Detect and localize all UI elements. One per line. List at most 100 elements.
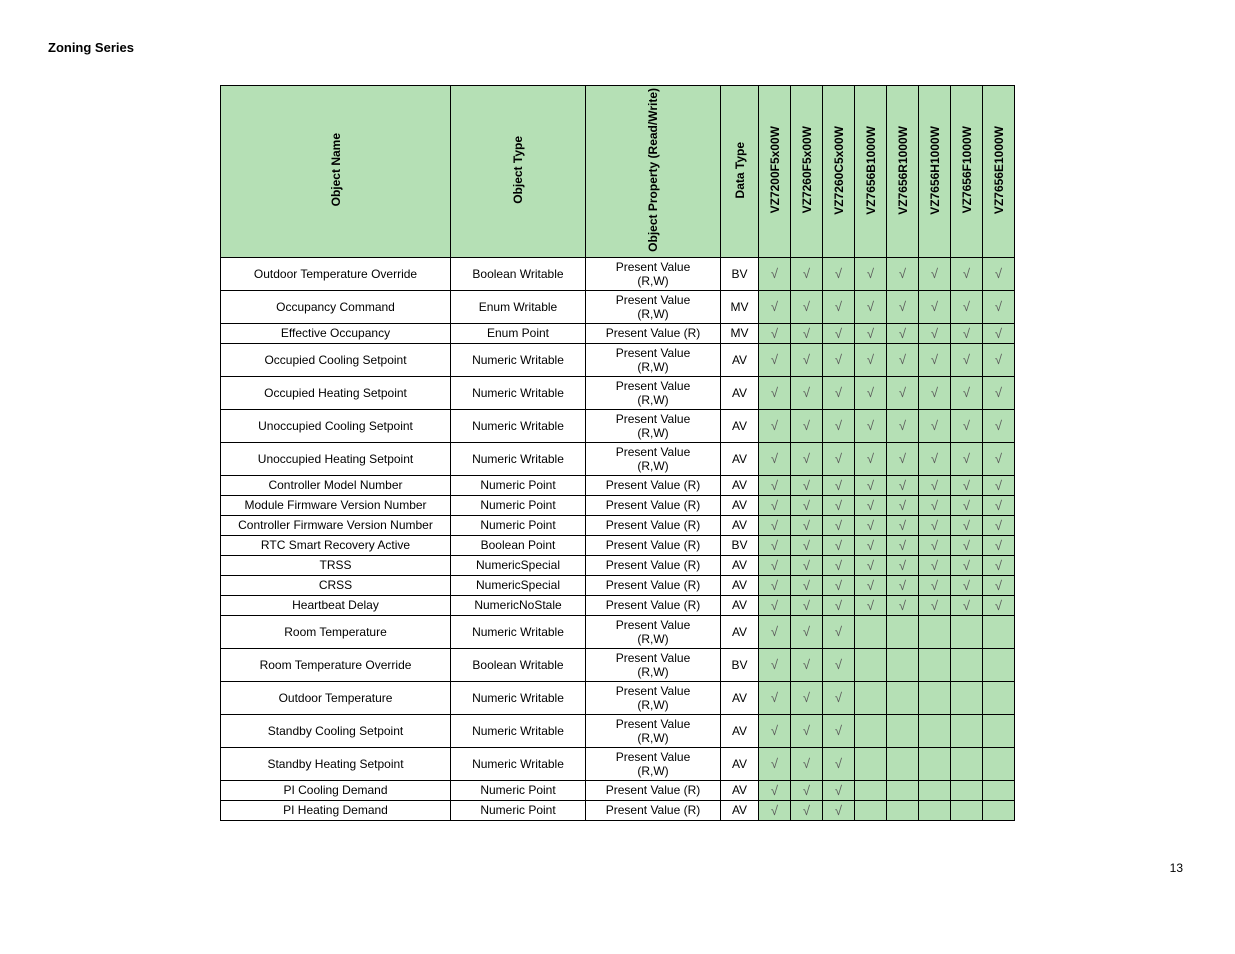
cell-object-name: TRSS [221, 555, 451, 575]
cell-support: √ [823, 475, 855, 495]
cell-support: √ [759, 495, 791, 515]
cell-object-prop: Present Value(R,W) [586, 343, 721, 376]
cell-object-prop: Present Value (R) [586, 595, 721, 615]
cell-object-name: Occupied Cooling Setpoint [221, 343, 451, 376]
cell-data-type: AV [721, 800, 759, 820]
cell-support [887, 714, 919, 747]
table-row: Outdoor Temperature OverrideBoolean Writ… [221, 257, 1015, 290]
cell-support: √ [887, 376, 919, 409]
cell-support: √ [855, 323, 887, 343]
cell-support: √ [791, 648, 823, 681]
cell-support: √ [791, 780, 823, 800]
cell-support: √ [823, 343, 855, 376]
cell-support: √ [951, 323, 983, 343]
cell-support: √ [791, 475, 823, 495]
cell-object-prop: Present Value(R,W) [586, 376, 721, 409]
cell-support: √ [951, 290, 983, 323]
cell-support: √ [887, 343, 919, 376]
cell-support: √ [823, 615, 855, 648]
cell-data-type: AV [721, 555, 759, 575]
cell-support: √ [759, 475, 791, 495]
cell-support: √ [791, 323, 823, 343]
cell-support: √ [983, 475, 1015, 495]
cell-support: √ [919, 442, 951, 475]
cell-support: √ [823, 575, 855, 595]
cell-support [983, 747, 1015, 780]
cell-support [855, 780, 887, 800]
cell-support: √ [855, 515, 887, 535]
cell-support: √ [951, 495, 983, 515]
table-row: Unoccupied Cooling SetpointNumeric Writa… [221, 409, 1015, 442]
table-row: Controller Firmware Version NumberNumeri… [221, 515, 1015, 535]
header-object-name: Object Name [221, 86, 451, 258]
table-row: Effective OccupancyEnum PointPresent Val… [221, 323, 1015, 343]
cell-support: √ [855, 495, 887, 515]
cell-support: √ [919, 409, 951, 442]
cell-object-prop: Present Value (R) [586, 323, 721, 343]
cell-support: √ [887, 323, 919, 343]
cell-support: √ [887, 515, 919, 535]
table-row: PI Heating DemandNumeric PointPresent Va… [221, 800, 1015, 820]
cell-support [855, 747, 887, 780]
cell-object-name: Room Temperature Override [221, 648, 451, 681]
cell-object-name: Outdoor Temperature [221, 681, 451, 714]
cell-support [887, 681, 919, 714]
cell-support: √ [791, 595, 823, 615]
header-product-3: VZ7656B1000W [855, 86, 887, 258]
cell-support: √ [791, 555, 823, 575]
cell-object-prop: Present Value(R,W) [586, 747, 721, 780]
cell-support: √ [791, 343, 823, 376]
header-product-1: VZ7260F5x00W [791, 86, 823, 258]
cell-object-type: Numeric Point [451, 495, 586, 515]
cell-object-prop: Present Value(R,W) [586, 714, 721, 747]
cell-object-prop: Present Value(R,W) [586, 257, 721, 290]
cell-data-type: AV [721, 409, 759, 442]
cell-support: √ [983, 515, 1015, 535]
header-product-7: VZ7656E1000W [983, 86, 1015, 258]
cell-data-type: BV [721, 257, 759, 290]
cell-object-type: Numeric Point [451, 475, 586, 495]
cell-support: √ [855, 409, 887, 442]
cell-support: √ [855, 475, 887, 495]
cell-object-type: Boolean Writable [451, 257, 586, 290]
cell-support [919, 648, 951, 681]
cell-support: √ [791, 575, 823, 595]
cell-support: √ [919, 343, 951, 376]
cell-data-type: AV [721, 575, 759, 595]
cell-object-type: Numeric Writable [451, 442, 586, 475]
cell-object-prop: Present Value(R,W) [586, 648, 721, 681]
cell-support [951, 747, 983, 780]
cell-support: √ [983, 575, 1015, 595]
cell-support: √ [919, 535, 951, 555]
cell-support: √ [855, 575, 887, 595]
cell-data-type: AV [721, 595, 759, 615]
cell-support: √ [887, 475, 919, 495]
cell-object-type: NumericSpecial [451, 575, 586, 595]
cell-support: √ [951, 257, 983, 290]
header-product-5: VZ7656H1000W [919, 86, 951, 258]
cell-support: √ [983, 323, 1015, 343]
cell-support: √ [791, 442, 823, 475]
cell-object-name: Heartbeat Delay [221, 595, 451, 615]
cell-object-prop: Present Value (R) [586, 555, 721, 575]
cell-data-type: AV [721, 747, 759, 780]
cell-support: √ [759, 343, 791, 376]
cell-support: √ [983, 595, 1015, 615]
cell-support [887, 800, 919, 820]
cell-support [951, 714, 983, 747]
cell-data-type: AV [721, 615, 759, 648]
cell-support: √ [791, 376, 823, 409]
cell-support: √ [759, 290, 791, 323]
cell-object-prop: Present Value(R,W) [586, 290, 721, 323]
cell-support: √ [823, 515, 855, 535]
cell-support: √ [823, 290, 855, 323]
cell-support: √ [951, 595, 983, 615]
cell-object-name: Module Firmware Version Number [221, 495, 451, 515]
cell-support: √ [759, 615, 791, 648]
cell-object-type: Numeric Writable [451, 376, 586, 409]
cell-support: √ [823, 780, 855, 800]
cell-support: √ [791, 290, 823, 323]
cell-support: √ [951, 555, 983, 575]
cell-object-prop: Present Value(R,W) [586, 409, 721, 442]
cell-data-type: AV [721, 780, 759, 800]
